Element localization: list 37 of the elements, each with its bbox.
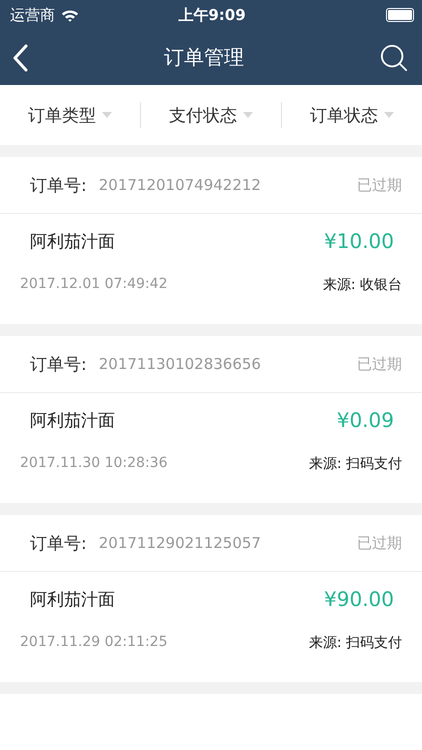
battery-icon <box>386 8 414 22</box>
product-name: 阿利茄汁面 <box>30 230 115 252</box>
order-number-label: 订单号: <box>30 532 87 554</box>
filter-dropdown[interactable]: 订单状态 <box>282 96 422 134</box>
page-title: 订单管理 <box>164 44 244 71</box>
order-number: 20171201074942212 <box>98 176 262 194</box>
order-amount: ¥0.09 <box>336 408 394 432</box>
clock-time: 上午9:09 <box>177 6 247 24</box>
order-status: 已过期 <box>357 534 402 552</box>
caret-icon <box>102 112 112 118</box>
order-number-label: 订单号: <box>30 174 87 196</box>
order-time: 2017.12.01 07:49:42 <box>20 276 168 292</box>
product-name: 阿利茄汁面 <box>30 588 115 610</box>
caret-icon <box>384 112 394 118</box>
wifi-icon <box>61 8 79 22</box>
caret-icon <box>243 112 253 118</box>
order-time: 2017.11.30 10:28:36 <box>20 455 168 471</box>
order-time: 2017.11.29 02:11:25 <box>20 634 168 650</box>
product-name: 阿利茄汁面 <box>30 410 115 432</box>
order-status: 已过期 <box>357 354 402 374</box>
filter-dropdown[interactable]: 支付状态 <box>141 96 281 134</box>
order-card[interactable]: 订单号: 20171130102836656 已过期 阿利茄汁面 ¥0.09 2017.11.30 10:28:36 来源: 扫码支付 <box>0 336 422 503</box>
order-source: 来源: 扫码支付 <box>308 455 402 473</box>
carrier-name: 运营商 <box>10 6 55 24</box>
order-amount: ¥10.00 <box>324 229 394 253</box>
order-number-label: 订单号: <box>30 354 87 376</box>
order-number: 20171129021125057 <box>98 534 262 552</box>
filter-dropdown[interactable]: 订单类型 <box>0 96 140 134</box>
order-source: 来源: 扫码支付 <box>308 634 402 652</box>
order-status: 已过期 <box>357 176 402 194</box>
order-number: 20171130102836656 <box>98 355 262 373</box>
order-card[interactable]: 订单号: 20171129021125057 已过期 阿利茄汁面 ¥90.00 2017.11.29 02:11:25 来源: 扫码支付 <box>0 515 422 682</box>
order-card[interactable]: 订单号: 20171201074942212 已过期 阿利茄汁面 ¥10.00 2017.12.01 07:49:42 来源: 收银台 <box>0 157 422 324</box>
back-icon[interactable] <box>12 44 28 72</box>
search-icon[interactable] <box>380 44 408 72</box>
order-source: 来源: 收银台 <box>322 276 402 294</box>
order-amount: ¥90.00 <box>324 587 394 611</box>
